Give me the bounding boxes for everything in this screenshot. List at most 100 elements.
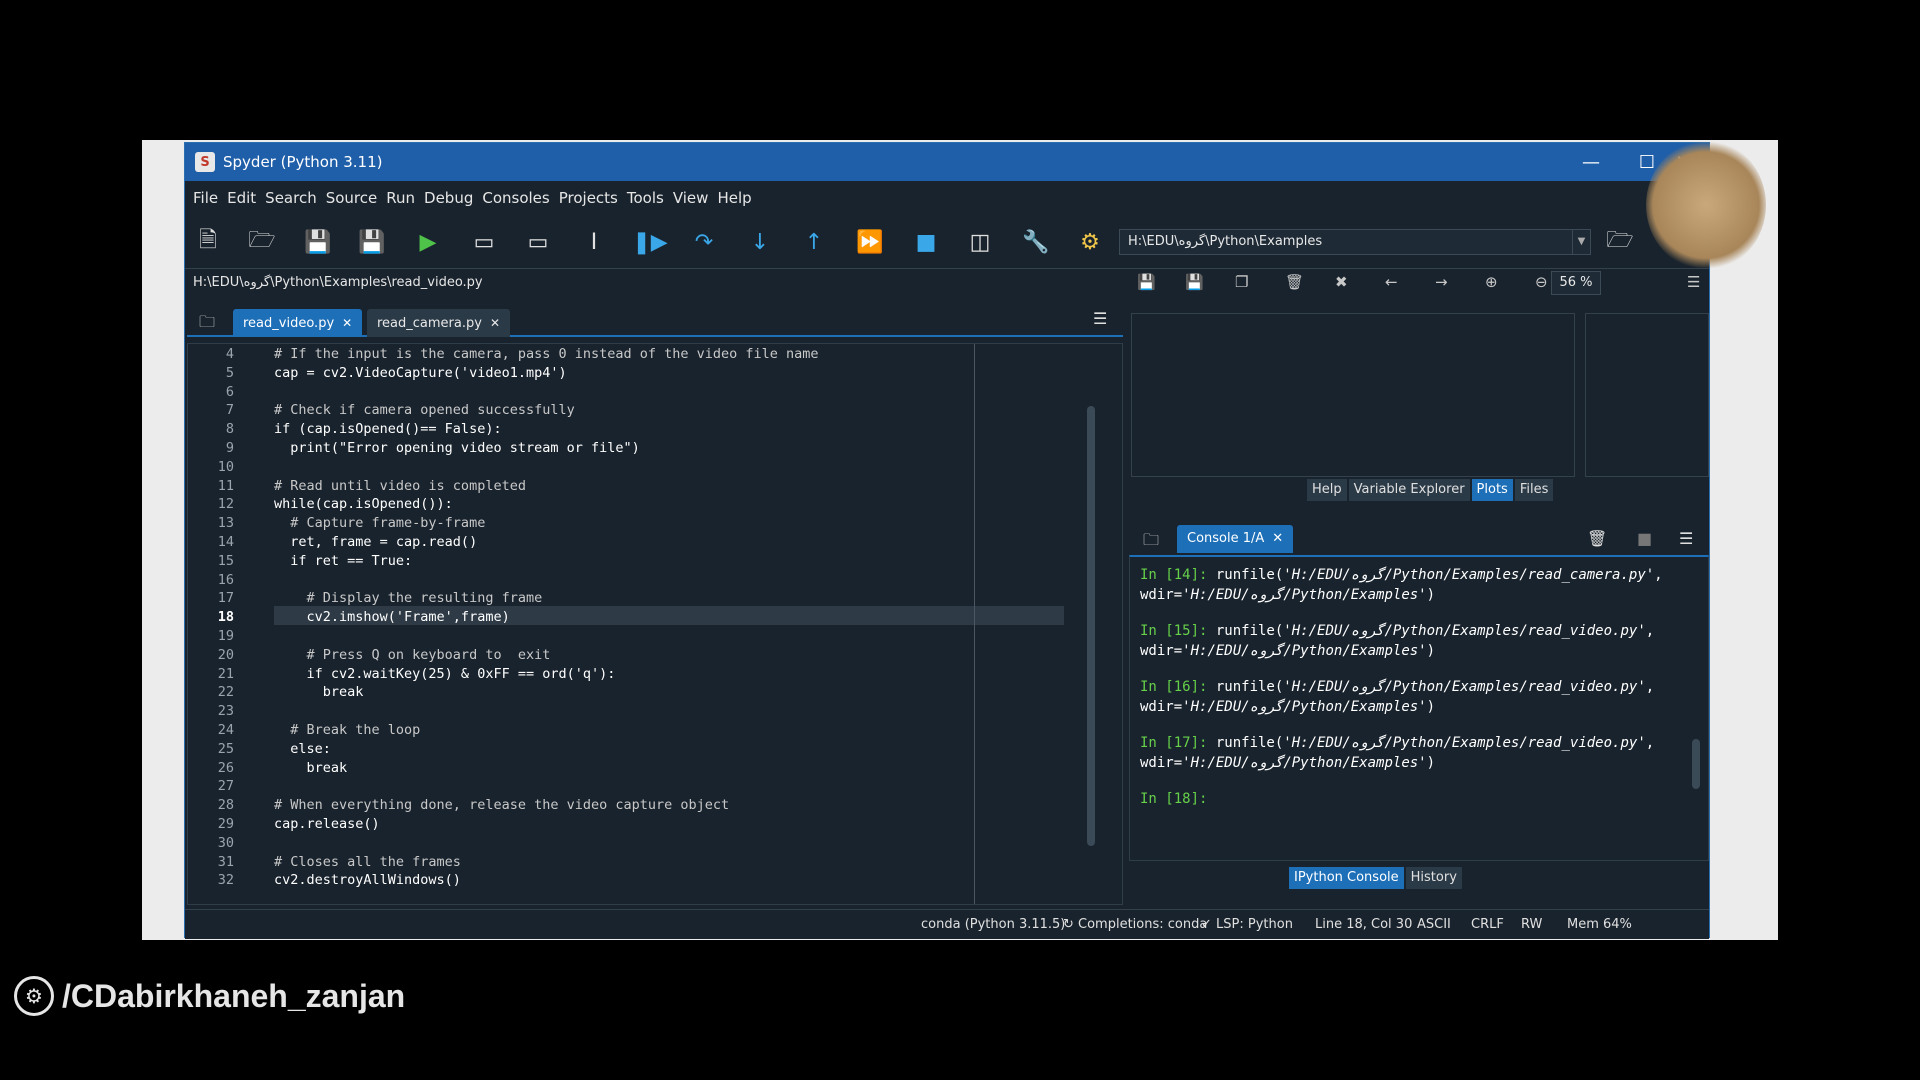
line-number: 20	[217, 646, 234, 663]
tab-history[interactable]: History	[1405, 867, 1462, 889]
tab-files[interactable]: Files	[1514, 479, 1554, 501]
run-icon[interactable]: ▶	[413, 227, 443, 257]
chevron-down-icon[interactable]: ▼	[1572, 230, 1590, 254]
tab-variable-explorer[interactable]: Variable Explorer	[1348, 479, 1470, 501]
run-cell-icon[interactable]: ▭	[469, 227, 499, 257]
ipython-console-output[interactable]: In [14]: runfile('H:/EDU/گروه/Python/Exa…	[1129, 555, 1709, 861]
line-number: 27	[217, 778, 234, 795]
menu-bar: File Edit Search Source Run Debug Consol…	[185, 181, 1709, 215]
tab-plots[interactable]: Plots	[1471, 479, 1513, 501]
line-number: 26	[217, 759, 234, 776]
run-cell-advance-icon[interactable]: ▭	[523, 227, 553, 257]
menu-debug[interactable]: Debug	[424, 189, 473, 207]
menu-help[interactable]: Help	[717, 189, 751, 207]
previous-plot-icon[interactable]: ←	[1385, 273, 1398, 291]
plots-toolbar: 💾 💾 ❐ 🗑 ✖ ← → ⊕ ⊖ 56 % ☰	[1131, 267, 1709, 299]
editor-scrollbar[interactable]	[1084, 350, 1098, 898]
minimize-icon[interactable]: —	[1563, 143, 1619, 181]
console-file-arg: 'H:/EDU/گروه/Python/Examples/read_camera…	[1283, 567, 1655, 583]
console-wdir-arg: 'H:/EDU/گروه/Python/Examples'	[1182, 755, 1427, 771]
plot-thumbnails	[1585, 313, 1709, 477]
line-number: 28	[217, 797, 234, 814]
console-input-line: In [15]: runfile('H:/EDU/گروه/Python/Exa…	[1140, 623, 1655, 639]
menu-edit[interactable]: Edit	[227, 189, 256, 207]
close-tab-icon[interactable]: ✕	[490, 316, 500, 330]
pane-options-icon[interactable]: ☰	[1093, 309, 1107, 328]
console-options-icon[interactable]: ☰	[1679, 529, 1693, 548]
browse-tabs-icon[interactable]: 🗀	[199, 311, 215, 338]
tab-console[interactable]: Console 1/A ✕	[1177, 525, 1294, 553]
step-out-icon[interactable]: ↑	[799, 227, 829, 257]
console-command: runfile(	[1215, 679, 1284, 695]
code-editor[interactable]: 4 5 6 7 8 9 10 11 12 13 14 15 16 17 18 19 20 21 22 23 24 25 26…	[187, 343, 1123, 905]
line-number: 5	[225, 364, 234, 381]
line-number: 12	[217, 496, 234, 513]
console-bottom-tabs: IPython Console History	[1289, 867, 1464, 889]
menu-search[interactable]: Search	[265, 189, 317, 207]
next-plot-icon[interactable]: →	[1435, 273, 1448, 291]
new-file-icon[interactable]: 🗎	[193, 227, 223, 257]
console-prompt: In [15]:	[1140, 623, 1216, 639]
console-scrollbar[interactable]	[1690, 563, 1702, 853]
maximize-pane-icon[interactable]: ◫	[965, 227, 995, 257]
menu-file[interactable]: File	[193, 189, 218, 207]
code-line: cv2.destroyAllWindows()	[274, 872, 461, 889]
tab-help[interactable]: Help	[1307, 479, 1347, 501]
menu-view[interactable]: View	[673, 189, 709, 207]
menu-source[interactable]: Source	[326, 189, 378, 207]
zoom-in-icon[interactable]: ⊕	[1485, 273, 1498, 291]
line-number: 30	[217, 834, 234, 851]
clear-console-icon[interactable]: 🗑	[1587, 529, 1607, 548]
zoom-level[interactable]: 56 %	[1551, 271, 1601, 295]
status-bar: conda (Python 3.11.5) ↻ Completions: con…	[185, 909, 1709, 939]
watermark-text: /CDabirkhaneh_zanjan	[62, 977, 406, 1014]
console-wdir-line: wdir='H:/EDU/گروه/Python/Examples')	[1140, 755, 1436, 771]
menu-run[interactable]: Run	[386, 189, 415, 207]
zoom-out-icon[interactable]: ⊖	[1535, 273, 1548, 291]
line-number: 29	[217, 816, 234, 832]
working-directory-input[interactable]: H:\EDU\گروه\Python\Examples ▼	[1119, 229, 1591, 255]
stop-icon[interactable]: ■	[911, 227, 941, 257]
python-path-icon[interactable]: ⚙	[1075, 227, 1105, 257]
plots-options-icon[interactable]: ☰	[1687, 273, 1700, 291]
menu-consoles[interactable]: Consoles	[482, 189, 549, 207]
editor-tabs: 🗀 read_video.py ✕ read_camera.py ✕ ☰	[187, 301, 1123, 337]
tab-ipython-console[interactable]: IPython Console	[1289, 867, 1404, 889]
tab-read-video[interactable]: read_video.py ✕	[233, 309, 363, 337]
line-number: 22	[217, 684, 234, 701]
tab-label: read_video.py	[243, 316, 335, 331]
remove-all-plots-icon[interactable]: ✖	[1335, 273, 1348, 291]
code-line: # Press Q on keyboard to exit	[274, 646, 551, 663]
status-memory: Mem 64%	[1567, 917, 1632, 932]
open-file-icon[interactable]: 🗁	[247, 227, 277, 257]
interrupt-kernel-icon[interactable]: ■	[1637, 529, 1652, 548]
browse-directory-icon[interactable]: 🗁	[1605, 227, 1635, 257]
editor-file-path: H:\EDU\گروه\Python\Examples\read_video.p…	[193, 275, 483, 290]
debug-icon[interactable]: ❚▶	[632, 227, 667, 257]
tab-read-camera[interactable]: read_camera.py ✕	[367, 309, 511, 337]
scrollbar-thumb[interactable]	[1692, 739, 1700, 789]
scrollbar-thumb[interactable]	[1087, 406, 1095, 846]
step-into-icon[interactable]: ↓	[745, 227, 775, 257]
save-all-icon[interactable]: 💾	[357, 227, 387, 257]
close-console-icon[interactable]: ✕	[1272, 531, 1283, 546]
menu-projects[interactable]: Projects	[559, 189, 618, 207]
remove-plot-icon[interactable]: 🗑	[1285, 273, 1304, 291]
console-file-arg: 'H:/EDU/گروه/Python/Examples/read_video.…	[1283, 735, 1646, 751]
run-selection-icon[interactable]: I	[579, 227, 609, 257]
line-number: 9	[225, 440, 234, 456]
browse-consoles-icon[interactable]: 🗀	[1143, 529, 1159, 556]
step-over-icon[interactable]: ↷	[689, 227, 719, 257]
line-number: 23	[217, 703, 234, 720]
code-line: print("Error opening video stream or fil…	[274, 440, 640, 456]
copy-plot-icon[interactable]: ❐	[1235, 273, 1248, 291]
line-number: 15	[217, 552, 234, 569]
save-icon[interactable]: 💾	[303, 227, 333, 257]
save-plot-icon[interactable]: 💾	[1137, 273, 1156, 291]
preferences-wrench-icon[interactable]: 🔧	[1021, 227, 1051, 257]
status-cursor-position: Line 18, Col 30	[1315, 917, 1413, 932]
menu-tools[interactable]: Tools	[627, 189, 664, 207]
save-all-plots-icon[interactable]: 💾	[1185, 273, 1204, 291]
close-tab-icon[interactable]: ✕	[342, 316, 352, 330]
continue-icon[interactable]: ⏩	[855, 227, 885, 257]
